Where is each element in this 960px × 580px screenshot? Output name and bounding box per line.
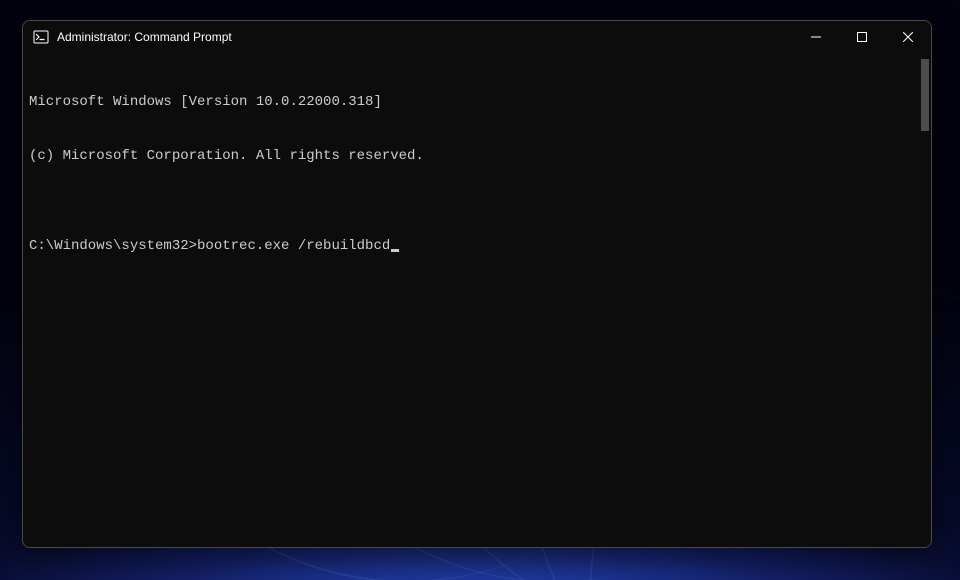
cmd-icon [33, 29, 49, 45]
titlebar[interactable]: Administrator: Command Prompt [23, 21, 931, 53]
vertical-scrollbar[interactable] [921, 59, 929, 131]
typed-command: bootrec.exe /rebuildbcd [197, 237, 390, 255]
prompt-path: C:\Windows\system32> [29, 237, 197, 255]
terminal-output-line: Microsoft Windows [Version 10.0.22000.31… [29, 93, 925, 111]
minimize-button[interactable] [793, 21, 839, 53]
terminal-prompt-line: C:\Windows\system32>bootrec.exe /rebuild… [29, 237, 925, 255]
maximize-button[interactable] [839, 21, 885, 53]
command-prompt-window: Administrator: Command Prompt Microsoft … [22, 20, 932, 548]
text-cursor [391, 249, 399, 252]
window-controls [793, 21, 931, 53]
window-title: Administrator: Command Prompt [57, 30, 232, 44]
terminal-output-line: (c) Microsoft Corporation. All rights re… [29, 147, 925, 165]
terminal-area[interactable]: Microsoft Windows [Version 10.0.22000.31… [23, 53, 931, 547]
close-button[interactable] [885, 21, 931, 53]
